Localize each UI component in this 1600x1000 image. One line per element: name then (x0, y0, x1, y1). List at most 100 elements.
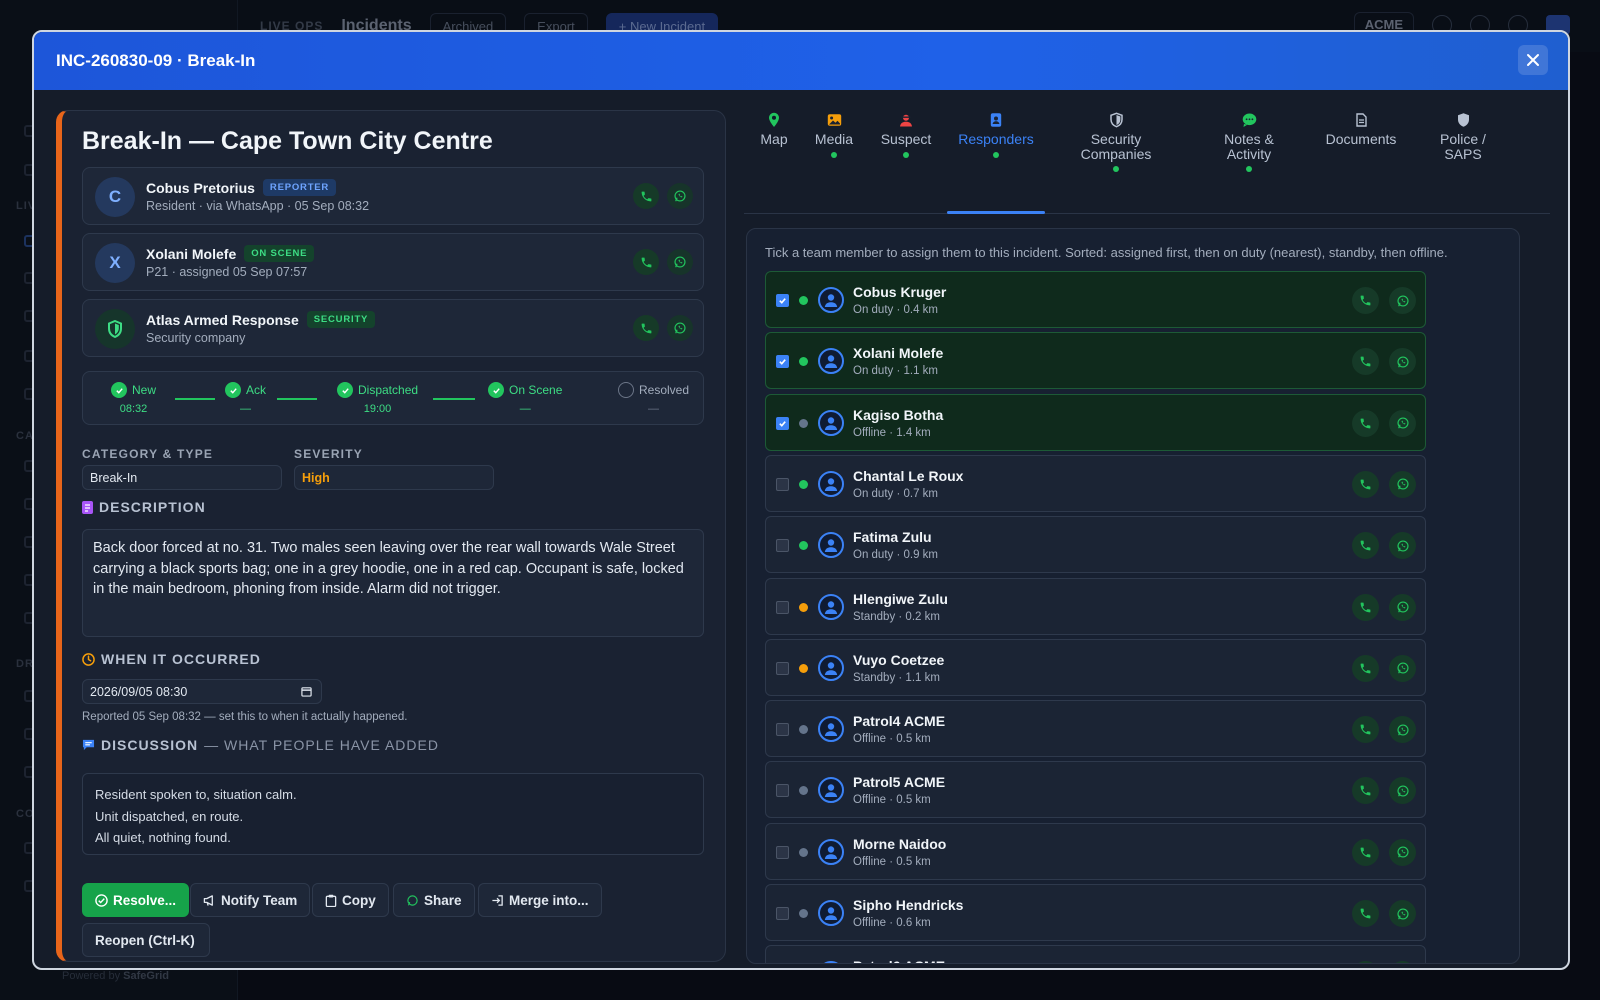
call-button[interactable] (633, 183, 659, 209)
document-icon (1355, 113, 1367, 127)
responder-row[interactable]: Sipho Hendricks Offline · 0.6 km (765, 884, 1426, 941)
whatsapp-button[interactable] (667, 315, 693, 341)
responder-row[interactable]: Hlengiwe Zulu Standby · 0.2 km (765, 577, 1426, 635)
description-heading: DESCRIPTION (82, 499, 206, 515)
on-scene-badge: ON SCENE (244, 245, 315, 262)
tab-map[interactable]: Map (756, 112, 792, 158)
call-button[interactable] (1352, 654, 1379, 682)
tab-notes-activity[interactable]: Notes & Activity (1210, 112, 1288, 172)
close-icon (1527, 54, 1539, 66)
whatsapp-button[interactable] (667, 183, 693, 209)
close-button[interactable] (1518, 45, 1548, 75)
responder-row[interactable]: Patrol4 ACME Offline · 0.5 km (765, 700, 1426, 758)
assign-checkbox[interactable] (776, 539, 789, 553)
shield-icon (108, 320, 122, 338)
step-connector (175, 398, 215, 400)
call-button[interactable] (1352, 900, 1379, 927)
category-select[interactable]: Break-In (82, 465, 282, 490)
reopen-button[interactable]: Reopen (Ctrl-K) (82, 923, 210, 957)
call-button[interactable] (1352, 961, 1379, 963)
assign-checkbox[interactable] (776, 784, 789, 798)
call-button[interactable] (1352, 470, 1379, 498)
status-dot (799, 725, 808, 735)
tab-documents[interactable]: Documents (1322, 112, 1400, 147)
responder-status: Offline · 0.5 km (853, 733, 931, 746)
share-button[interactable]: Share (393, 883, 475, 917)
notify-team-button[interactable]: Notify Team (190, 883, 311, 917)
whatsapp-button[interactable] (1389, 838, 1416, 866)
call-button[interactable] (1352, 532, 1379, 560)
assign-checkbox[interactable] (776, 477, 789, 491)
phone-icon (641, 191, 651, 201)
call-button[interactable] (1352, 838, 1379, 866)
call-button[interactable] (1352, 287, 1379, 314)
responder-status: On duty · 1.1 km (853, 365, 939, 378)
call-button[interactable] (1352, 348, 1379, 376)
whatsapp-button[interactable] (1389, 716, 1416, 744)
whatsapp-button[interactable] (1389, 593, 1416, 621)
merge-button[interactable]: Merge into... (478, 883, 602, 917)
call-button[interactable] (1352, 409, 1379, 437)
tab-media[interactable]: Media (810, 112, 858, 158)
responder-row[interactable]: Morne Naidoo Offline · 0.5 km (765, 822, 1426, 880)
tab-police-saps[interactable]: Police / SAPS (1432, 112, 1494, 161)
assign-checkbox[interactable] (776, 355, 789, 369)
calendar-icon[interactable] (301, 686, 312, 697)
responder-row[interactable]: Fatima Zulu On duty · 0.9 km (765, 516, 1426, 574)
whatsapp-button[interactable] (1389, 532, 1416, 560)
description-textarea[interactable]: Back door forced at no. 31. Two males se… (82, 529, 704, 637)
call-button[interactable] (1352, 593, 1379, 621)
assign-checkbox[interactable] (776, 723, 789, 737)
assign-checkbox[interactable] (776, 907, 789, 920)
user-icon (818, 900, 844, 926)
call-button[interactable] (633, 249, 659, 275)
call-button[interactable] (633, 315, 659, 341)
whatsapp-button[interactable] (1389, 348, 1416, 376)
check-icon (225, 382, 241, 398)
responder-status: On duty · 0.9 km (853, 549, 939, 562)
responder-row[interactable]: Xolani Molefe On duty · 1.1 km (765, 332, 1426, 390)
resolve-button[interactable]: Resolve... (82, 883, 190, 917)
whatsapp-button[interactable] (1389, 470, 1416, 498)
responder-row[interactable]: Kagiso Botha Offline · 1.4 km (765, 393, 1426, 451)
user-icon (818, 593, 844, 620)
discussion-item: Unit dispatched, en route. (95, 808, 244, 824)
tab-responders[interactable]: Responders (954, 112, 1038, 158)
discussion-list: Resident spoken to, situation calm. Unit… (82, 773, 704, 855)
responder-row[interactable]: Patrol5 ACME Offline · 0.5 km (765, 761, 1426, 819)
clock-icon (82, 652, 95, 666)
occurred-datetime-input[interactable]: 2026/09/05 08:30 (82, 679, 322, 704)
responder-row[interactable]: Cobus Kruger On duty · 0.4 km (765, 271, 1426, 328)
call-button[interactable] (1352, 777, 1379, 805)
step-resolved: Resolved — (618, 382, 689, 415)
call-button[interactable] (1352, 716, 1379, 744)
assign-checkbox[interactable] (776, 845, 789, 859)
company-name: Atlas Armed Response (146, 311, 299, 328)
assign-checkbox[interactable] (776, 600, 789, 614)
responder-row[interactable]: Chantal Le Roux On duty · 0.7 km (765, 454, 1426, 512)
whatsapp-button[interactable] (1389, 900, 1416, 927)
modal-title: INC-260830-09 · Break-In (56, 51, 256, 70)
assign-checkbox[interactable] (776, 416, 789, 430)
responder-row[interactable]: Vuyo Coetzee Standby · 1.1 km (765, 638, 1426, 696)
severity-select[interactable]: High (294, 465, 494, 490)
company-sub: Security company (146, 331, 246, 345)
tab-security-companies[interactable]: Security Companies (1066, 112, 1166, 172)
clipboard-icon (325, 894, 337, 907)
copy-button[interactable]: Copy (312, 883, 389, 917)
responder-name: Sipho Hendricks (853, 897, 964, 913)
status-dot (799, 296, 808, 305)
whatsapp-button[interactable] (1389, 961, 1416, 963)
tab-suspect[interactable]: Suspect (878, 112, 934, 158)
whatsapp-button[interactable] (1389, 409, 1416, 437)
assign-checkbox[interactable] (776, 294, 789, 307)
responder-row[interactable]: Patrol6 ACME (765, 945, 1426, 963)
badge-icon (990, 113, 1002, 127)
whatsapp-button[interactable] (1389, 777, 1416, 805)
whatsapp-button[interactable] (1389, 287, 1416, 314)
severity-label: SEVERITY (294, 447, 363, 461)
step-on-scene: On Scene — (488, 382, 562, 415)
assign-checkbox[interactable] (776, 661, 789, 675)
whatsapp-button[interactable] (1389, 654, 1416, 682)
whatsapp-button[interactable] (667, 249, 693, 275)
